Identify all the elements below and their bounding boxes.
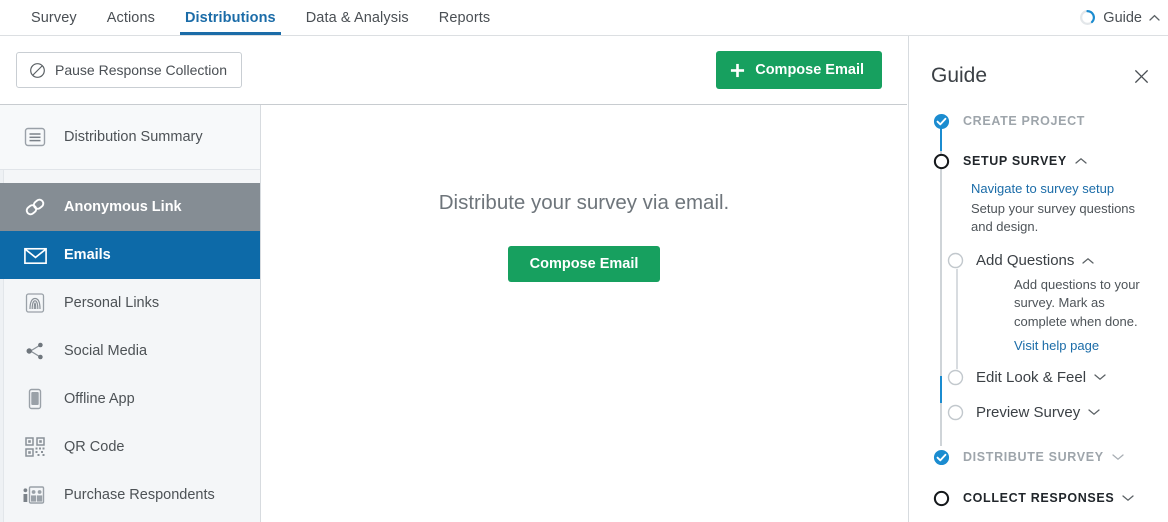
plus-icon [731,63,745,77]
chevron-down-icon[interactable] [1122,494,1135,502]
sidebar-item-label: Personal Links [64,295,160,311]
open-circle-icon [933,153,950,170]
nav-tab-distributions[interactable]: Distributions [170,0,291,35]
sidebar-item-qr-code[interactable]: QR Code [0,423,260,471]
nav-tab-label: Reports [438,9,491,26]
guide-substep-label: Preview Survey [976,403,1081,421]
empty-circle-icon [947,368,964,386]
list-lines-icon [22,124,48,150]
sidebar-item-label: QR Code [64,439,125,455]
check-circle-icon [933,113,950,130]
guide-substep-label: Add Questions [976,252,1075,270]
fingerprint-icon [22,290,48,316]
compose-email-main-button[interactable]: Compose Email [507,246,661,282]
distribution-sidebar: Distribution Summary Anonymous Link Emai… [0,105,261,522]
nav-tab-label: Actions [106,9,155,26]
guide-stage-setup-survey[interactable]: SETUP SURVEY [909,148,1168,174]
pause-response-collection-button[interactable]: Pause Response Collection [16,52,242,88]
nav-tab-data-and-analysis[interactable]: Data & Analysis [291,0,424,35]
guide-toggle-label: Guide [1103,9,1142,26]
empty-circle-icon [947,252,964,270]
sidebar-item-label: Distribution Summary [64,129,203,145]
navigate-to-survey-setup-link[interactable]: Navigate to survey setup [971,181,1154,196]
guide-stage-collect-responses[interactable]: COLLECT RESPONSES [909,485,1168,511]
check-circle-icon [933,449,950,466]
visit-help-page-link[interactable]: Visit help page [1014,338,1158,353]
compose-email-toolbar-label: Compose Email [755,62,864,78]
substep-spacer [947,388,1168,401]
chevron-down-icon[interactable] [1088,408,1100,416]
envelope-icon [22,242,48,268]
nav-tab-reports[interactable]: Reports [424,0,505,35]
chevron-down-icon[interactable] [1112,453,1124,461]
ban-circle-slash-icon [30,62,45,78]
top-navigation-bar: Survey Actions Distributions Data & Anal… [0,0,1168,36]
sidebar-item-purchase-respondents[interactable]: Purchase Respondents [0,471,260,519]
sidebar-item-offline-app[interactable]: Offline App [0,375,260,423]
main-content-panel: Distribute your survey via email. Compos… [261,105,907,522]
guide-toggle[interactable]: Guide [1079,0,1168,35]
close-x-icon [1134,69,1149,83]
sidebar-item-anonymous-link[interactable]: Anonymous Link [0,183,260,231]
chevron-up-icon[interactable] [1082,257,1095,265]
substep-spacer [947,353,1168,366]
guide-panel-header: Guide [909,36,1168,88]
nav-tab-actions[interactable]: Actions [92,0,170,35]
sidebar-item-label: Emails [64,247,111,263]
chevron-up-icon[interactable] [1075,157,1087,165]
sidebar-item-personal-links[interactable]: Personal Links [0,279,260,327]
guide-stage-create-project[interactable]: CREATE PROJECT [909,108,1168,134]
guide-stage-label: COLLECT RESPONSES [963,491,1115,506]
guide-panel-title: Guide [931,64,988,87]
guide-panel: Guide CREATE PROJECT SETUP SURVEY Naviga… [908,36,1168,522]
guide-substep-add-questions[interactable]: Add Questions [947,250,1168,272]
mobile-device-icon [22,386,48,412]
guide-stage-label: DISTRIBUTE SURVEY [963,450,1104,465]
substep-connector-line [956,265,958,376]
chevron-down-icon[interactable] [1094,373,1106,381]
share-nodes-icon [22,338,48,364]
sidebar-item-label: Social Media [64,343,148,359]
guide-substep-description: Add questions to your survey. Mark as co… [1014,276,1140,329]
guide-close-button[interactable] [1133,68,1150,85]
sidebar-item-emails[interactable]: Emails [0,231,260,279]
guide-substep-preview-survey[interactable]: Preview Survey [947,401,1168,423]
action-bar: Pause Response Collection Compose Email [0,36,907,105]
chevron-up-icon [1149,14,1160,21]
open-circle-icon [933,490,950,507]
nav-tab-survey[interactable]: Survey [16,0,92,35]
compose-email-toolbar-button[interactable]: Compose Email [716,51,882,89]
sidebar-item-label: Anonymous Link [64,199,182,215]
guide-substep-add-questions-body: Add questions to your survey. Mark as co… [947,276,1168,353]
qr-code-icon [22,434,48,460]
nav-tab-label: Survey [31,9,77,26]
pause-button-label: Pause Response Collection [55,62,227,78]
guide-stage-description: Setup your survey questions and design. [971,201,1136,235]
app-root: Survey Actions Distributions Data & Anal… [0,0,1168,522]
guide-stage-label: SETUP SURVEY [963,154,1067,168]
progress-circle-icon [1080,10,1096,25]
sidebar-item-label: Purchase Respondents [64,487,215,503]
guide-substep-list: Add Questions Add questions to your surv… [909,250,1168,423]
chain-link-icon [22,194,48,220]
guide-substep-edit-look-and-feel[interactable]: Edit Look & Feel [947,366,1168,388]
nav-tab-label: Distributions [184,9,276,26]
guide-substep-label: Edit Look & Feel [976,368,1087,386]
empty-state-title: Distribute your survey via email. [438,191,730,214]
guide-timeline: CREATE PROJECT SETUP SURVEY Navigate to … [909,88,1168,522]
sidebar-item-social-media[interactable]: Social Media [0,327,260,375]
sidebar-item-distribution-summary[interactable]: Distribution Summary [0,105,260,170]
guide-stage-setup-survey-body: Navigate to survey setup Setup your surv… [909,181,1168,237]
nav-tab-list: Survey Actions Distributions Data & Anal… [0,0,505,35]
sidebar-item-label: Offline App [64,391,135,407]
guide-stage-distribute-survey[interactable]: DISTRIBUTE SURVEY [909,444,1168,470]
empty-circle-icon [947,403,964,421]
nav-tab-label: Data & Analysis [305,9,409,26]
guide-stage-label: CREATE PROJECT [963,114,1086,128]
people-group-icon [22,482,48,508]
